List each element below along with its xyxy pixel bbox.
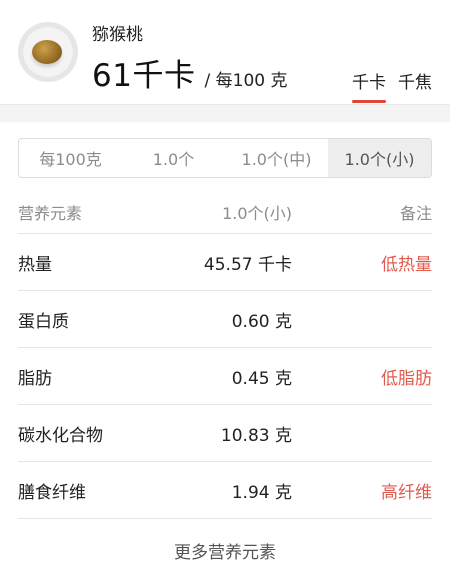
food-name: 猕猴桃 [92, 25, 143, 45]
nutrition-table: 营养元素 1.0个(小) 备注 热量 45.57 千卡 低热量 蛋白质 0.60… [18, 190, 432, 519]
serving-size-selector: 每100克 1.0个 1.0个(中) 1.0个(小) [18, 138, 432, 178]
nutrient-name: 热量 [18, 254, 52, 275]
table-header-row: 营养元素 1.0个(小) 备注 [18, 190, 432, 234]
table-row: 碳水化合物 10.83 克 [18, 405, 432, 462]
table-row: 热量 45.57 千卡 低热量 [18, 234, 432, 291]
kiwi-fruit-icon [32, 40, 62, 64]
header-note: 备注 [399, 203, 432, 223]
nutrient-value: 45.57 千卡 [203, 254, 292, 275]
nutrient-value: 1.94 克 [231, 482, 292, 503]
nutrient-value: 0.60 克 [231, 311, 292, 332]
calorie-value: 61千卡 [92, 58, 196, 94]
table-row: 蛋白质 0.60 克 [18, 291, 432, 348]
section-divider [0, 104, 450, 122]
calorie-summary: 61千卡 / 每100 克 [92, 50, 288, 95]
serving-option-1[interactable]: 1.0个 [122, 139, 225, 177]
nutrient-name: 碳水化合物 [18, 425, 103, 446]
serving-option-per100g[interactable]: 每100克 [19, 139, 122, 177]
nutrient-value: 10.83 克 [220, 425, 292, 446]
header-serving: 1.0个(小) [222, 203, 292, 223]
food-header: 猕猴桃 61千卡 / 每100 克 千卡 千焦 [0, 0, 450, 104]
nutrient-name: 膳食纤维 [18, 482, 86, 503]
energy-unit-tabs: 千卡 千焦 [352, 68, 432, 103]
header-nutrient: 营养元素 [18, 203, 83, 223]
nutrient-note: 低脂肪 [381, 368, 432, 389]
nutrient-name: 蛋白质 [18, 311, 69, 332]
nutrient-name: 脂肪 [18, 368, 52, 389]
table-row: 脂肪 0.45 克 低脂肪 [18, 348, 432, 405]
serving-option-1-small[interactable]: 1.0个(小) [328, 139, 431, 177]
tab-kj[interactable]: 千焦 [398, 68, 432, 103]
nutrient-note: 高纤维 [381, 482, 432, 503]
table-row: 膳食纤维 1.94 克 高纤维 [18, 462, 432, 519]
food-thumbnail [18, 22, 78, 82]
per-unit-label: / 每100 克 [204, 71, 288, 91]
nutrient-note: 低热量 [381, 254, 432, 275]
nutrient-value: 0.45 克 [231, 368, 292, 389]
more-nutrients-link[interactable]: 更多营养元素 [0, 538, 450, 563]
serving-option-1-medium[interactable]: 1.0个(中) [225, 139, 328, 177]
tab-kcal[interactable]: 千卡 [352, 68, 386, 103]
